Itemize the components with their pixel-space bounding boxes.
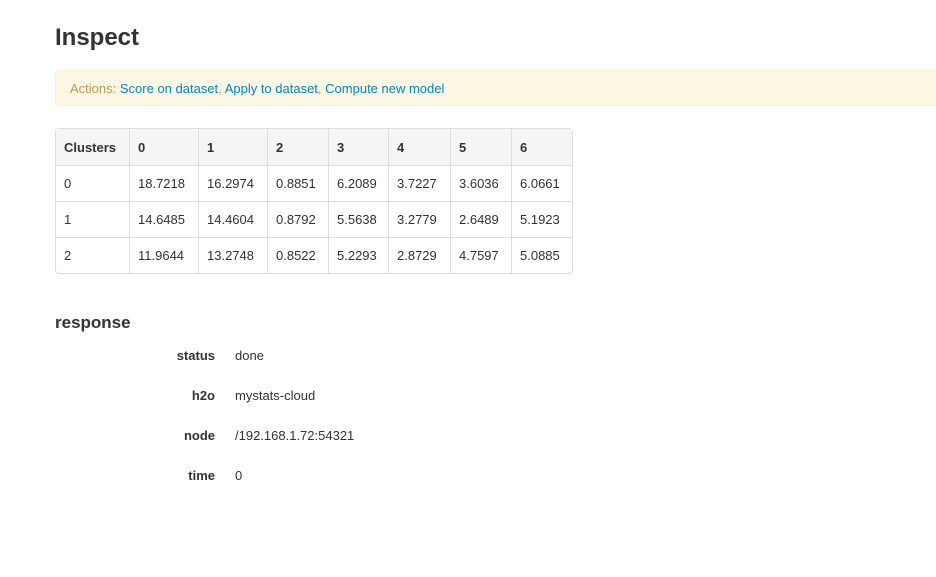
- table-row: 1 14.6485 14.4604 0.8792 5.5638 3.2779 2.6489 5…: [56, 201, 572, 237]
- compute-new-model-link[interactable]: Compute new model: [325, 81, 444, 96]
- table-cell: 6.0661: [511, 165, 572, 201]
- actions-label: Actions:: [70, 81, 117, 96]
- table-cell: 13.2748: [198, 237, 267, 273]
- column-header: 4: [388, 129, 450, 165]
- column-header: 2: [267, 129, 328, 165]
- response-heading: response: [55, 313, 131, 332]
- page-title: Inspect: [55, 24, 140, 51]
- response-list: status done h2o mystats-cloud node/192.168.1…: [0, 346, 355, 506]
- apply-to-dataset-link[interactable]: Apply to dataset: [225, 81, 318, 96]
- table-cell: 5.0885: [511, 237, 572, 273]
- response-value: 0: [235, 468, 243, 483]
- column-header: 0: [129, 129, 198, 165]
- response-key: time: [188, 468, 215, 483]
- table-cell: 14.6485: [129, 201, 198, 237]
- clusters-table: Clusters 0 1 2 3 4 5 6 0 18.7218 16.2974 0.8851 6.2…: [55, 128, 573, 274]
- table-cell: 3.6036: [450, 165, 511, 201]
- column-header: 1: [198, 129, 267, 165]
- table-cell: 5.5638: [328, 201, 388, 237]
- response-key: node: [183, 428, 215, 443]
- response-item-node: node/192.168.1.72:54321: [0, 426, 354, 466]
- table-cell: 1: [56, 201, 129, 237]
- response-key: status: [176, 348, 215, 363]
- table-cell: 3.7227: [388, 165, 450, 201]
- response-item-time: time 0: [0, 466, 354, 506]
- column-header: 3: [328, 129, 388, 165]
- table-cell: 3.2779: [388, 201, 450, 237]
- table-cell: 0.8522: [267, 237, 328, 273]
- table-cell: 5.1923: [511, 201, 572, 237]
- response-key: h2o: [191, 388, 215, 403]
- column-header: 6: [511, 129, 572, 165]
- response-item-status: status done: [0, 346, 354, 386]
- table-row: 0 18.7218 16.2974 0.8851 6.2089 3.7227 3.6036 6…: [56, 165, 572, 201]
- actions-bar: Actions: Score on dataset, Apply to data…: [55, 70, 936, 106]
- table-cell: 16.2974: [198, 165, 267, 201]
- table-cell: 14.4604: [198, 201, 267, 237]
- response-item-h2o: h2o mystats-cloud: [0, 386, 354, 426]
- table-cell: 5.2293: [328, 237, 388, 273]
- table-cell: 0.8851: [267, 165, 328, 201]
- response-value: done: [235, 348, 264, 363]
- table-cell: 18.7218: [129, 165, 198, 201]
- table-cell: 0: [56, 165, 129, 201]
- column-header: Clusters: [56, 129, 129, 165]
- table-cell: 4.7597: [450, 237, 511, 273]
- table-cell: 2.6489: [450, 201, 511, 237]
- table-row: 2 11.9644 13.2748 0.8522 5.2293 2.8729 4.7597 5…: [56, 237, 572, 273]
- table-cell: 6.2089: [328, 165, 388, 201]
- score-on-dataset-link[interactable]: Score on dataset: [120, 81, 218, 96]
- response-value: mystats-cloud: [235, 388, 316, 403]
- table-cell: 0.8792: [267, 201, 328, 237]
- response-value: /192.168.1.72:54321: [235, 428, 355, 443]
- column-header: 5: [450, 129, 511, 165]
- table-cell: 2: [56, 237, 129, 273]
- table-cell: 11.9644: [129, 237, 198, 273]
- table-cell: 2.8729: [388, 237, 450, 273]
